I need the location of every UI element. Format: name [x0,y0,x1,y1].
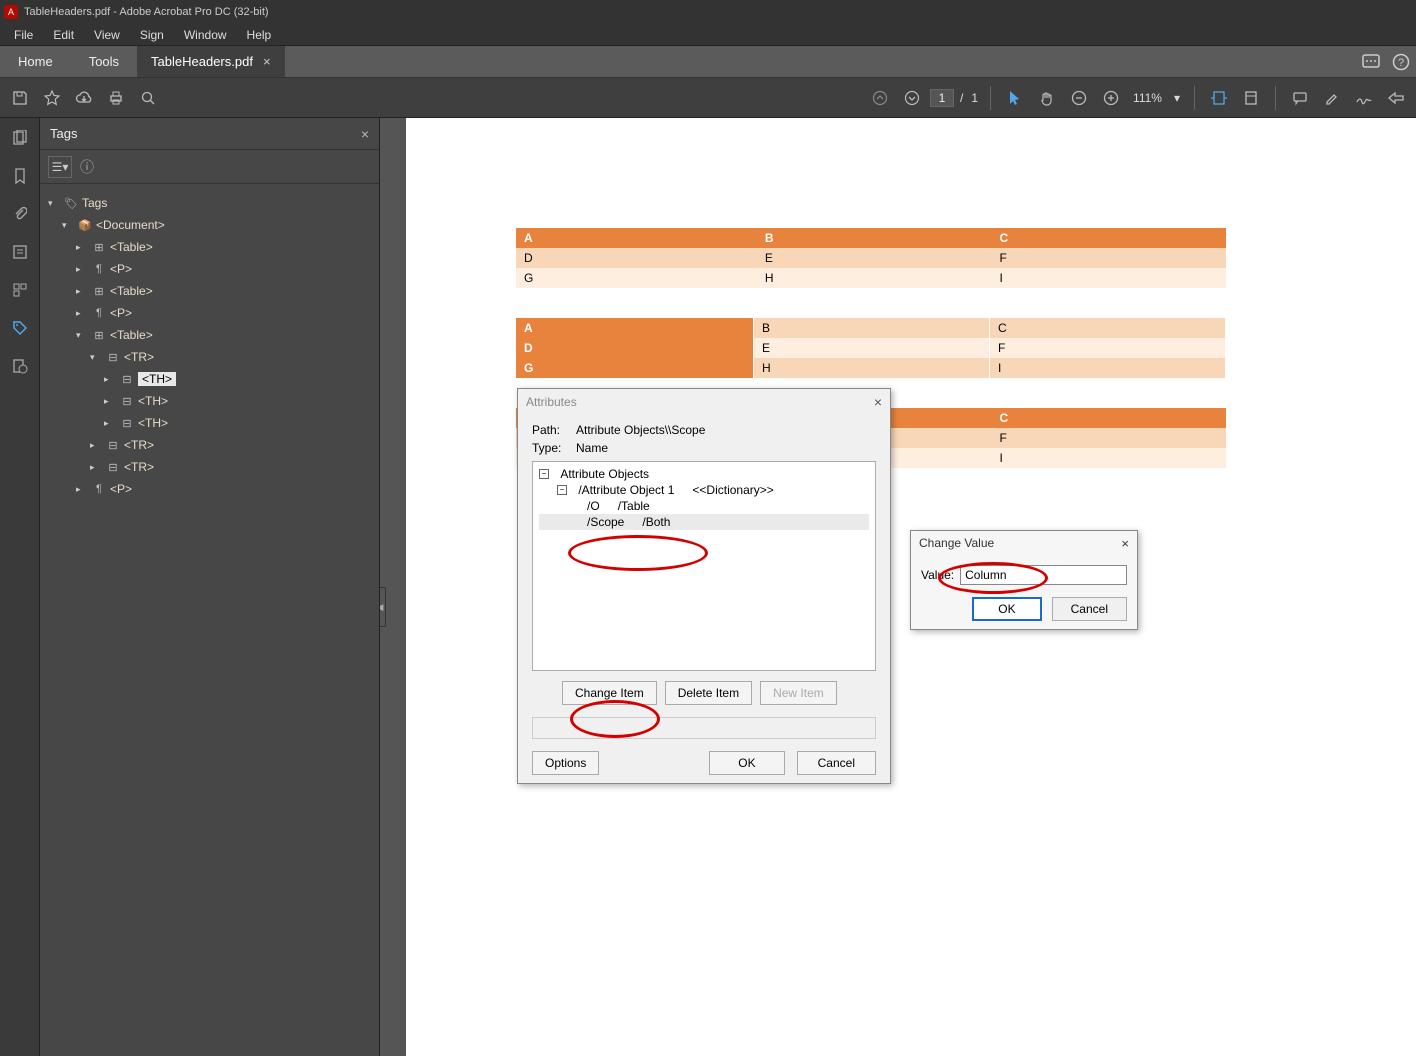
change-value-dialog[interactable]: Change Value × Value: OK Cancel [910,530,1138,630]
tag-tr-icon: ⊟ [106,460,120,474]
change-value-close-icon[interactable]: × [1121,536,1129,551]
page-sep: / [958,91,965,105]
page-total: 1 [969,91,980,105]
table-1: ABC DEF GHI [516,228,1226,288]
type-value: Name [576,441,608,455]
tags-icon[interactable] [10,318,30,338]
page-down-icon[interactable] [898,84,926,112]
star-icon[interactable] [38,84,66,112]
hand-tool-icon[interactable] [1033,84,1061,112]
attributes-close-icon[interactable]: × [874,394,882,410]
tags-options-button[interactable]: ☰▾ [48,156,72,178]
table-2: ABC DEF GHI [516,318,1226,378]
new-item-button: New Item [760,681,837,705]
save-icon[interactable] [6,84,34,112]
attr-cancel-button[interactable]: Cancel [797,751,876,775]
tag-root-icon: 🏷 [64,196,78,210]
order-icon[interactable] [10,280,30,300]
tab-document[interactable]: TableHeaders.pdf × [137,46,285,77]
zoom-out-icon[interactable] [1065,84,1093,112]
tab-tools[interactable]: Tools [71,46,137,77]
left-rail [0,118,40,1056]
notification-icon[interactable] [1356,46,1386,77]
zoom-dropdown-icon[interactable]: ▾ [1170,91,1184,105]
menu-help[interactable]: Help [237,26,282,44]
search-icon[interactable] [134,84,162,112]
menu-file[interactable]: File [4,26,43,44]
window-title: TableHeaders.pdf - Adobe Acrobat Pro DC … [24,6,269,18]
type-label: Type: [532,441,568,455]
title-bar: A TableHeaders.pdf - Adobe Acrobat Pro D… [0,0,1416,24]
svg-text:?: ? [1398,57,1404,69]
help-icon[interactable]: ? [1386,46,1416,77]
stamp-icon[interactable] [1382,84,1410,112]
tag-p-icon: ¶ [92,482,106,496]
tag-th-icon: ⊟ [120,372,134,386]
tag-table-icon: ⊞ [92,284,106,298]
print-icon[interactable] [102,84,130,112]
change-item-button[interactable]: Change Item [562,681,657,705]
tag-table-icon: ⊞ [92,240,106,254]
tags-panel-close-icon[interactable]: × [361,126,369,142]
tags-panel-title: Tags [50,126,77,141]
path-value: Attribute Objects\\Scope [576,423,705,437]
value-input[interactable] [960,565,1127,585]
highlight-icon[interactable] [1318,84,1346,112]
fit-page-icon[interactable] [1237,84,1265,112]
thumbnails-icon[interactable] [10,128,30,148]
tag-p-icon: ¶ [92,262,106,276]
cv-ok-button[interactable]: OK [972,597,1041,621]
tab-close-icon[interactable]: × [263,54,271,69]
zoom-in-icon[interactable] [1097,84,1125,112]
attributes-dialog[interactable]: Attributes × Path: Attribute Objects\\Sco… [517,388,891,784]
page-up-icon[interactable] [866,84,894,112]
menu-bar: File Edit View Sign Window Help [0,24,1416,46]
comment-icon[interactable] [1286,84,1314,112]
tag-th-icon: ⊟ [120,394,134,408]
menu-sign[interactable]: Sign [130,26,174,44]
menu-window[interactable]: Window [174,26,237,44]
tag-th-icon: ⊟ [120,416,134,430]
tag-doc-icon: 📦 [78,218,92,232]
options-button[interactable]: Options [532,751,599,775]
attributes-dialog-title: Attributes [526,395,577,409]
tag-p-icon: ¶ [92,306,106,320]
tab-strip: Home Tools TableHeaders.pdf × ? [0,46,1416,78]
toolbar: / 1 111% ▾ [0,78,1416,118]
scope-row-selected: /Scope /Both [539,514,869,530]
accessibility-icon[interactable] [10,356,30,376]
attachments-icon[interactable] [10,204,30,224]
sign-icon[interactable] [1350,84,1378,112]
tags-info-icon[interactable]: ⓘ [80,157,94,177]
tag-table-icon: ⊞ [92,328,106,342]
tree-node-th-selected: ▸⊟<TH> [44,368,375,390]
zoom-level[interactable]: 111% [1129,91,1166,105]
app-logo-icon: A [4,5,18,19]
select-tool-icon[interactable] [1001,84,1029,112]
delete-item-button[interactable]: Delete Item [665,681,752,705]
tab-home[interactable]: Home [0,46,71,77]
status-box [532,717,876,739]
bookmarks-icon[interactable] [10,166,30,186]
tab-document-label: TableHeaders.pdf [151,54,253,69]
fit-width-icon[interactable] [1205,84,1233,112]
tags-tree[interactable]: ▾🏷Tags ▾📦<Document> ▸⊞<Table> ▸¶<P> ▸⊞<T… [40,184,379,1056]
change-value-title: Change Value [919,536,994,550]
cv-cancel-button[interactable]: Cancel [1052,597,1127,621]
content-icon[interactable] [10,242,30,262]
tag-tr-icon: ⊟ [106,350,120,364]
panel-collapse-icon[interactable]: ◀ [380,587,386,627]
value-label: Value: [921,568,954,582]
cloud-icon[interactable] [70,84,98,112]
path-label: Path: [532,423,568,437]
menu-view[interactable]: View [84,26,130,44]
tags-panel: Tags × ☰▾ ⓘ ▾🏷Tags ▾📦<Document> ▸⊞<Table… [40,118,380,1056]
attributes-listbox[interactable]: − Attribute Objects − /Attribute Object … [532,461,876,671]
menu-edit[interactable]: Edit [43,26,84,44]
attr-ok-button[interactable]: OK [709,751,784,775]
tag-tr-icon: ⊟ [106,438,120,452]
page-number-input[interactable] [930,89,954,107]
